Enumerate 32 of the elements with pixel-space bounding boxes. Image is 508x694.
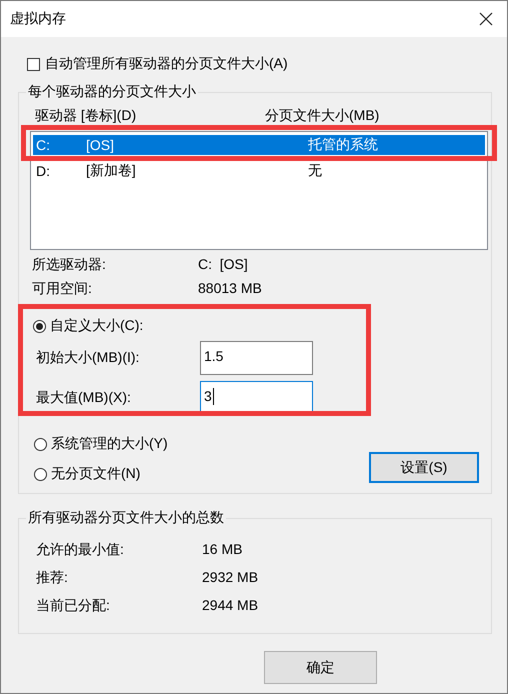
total-label: 允许的最小值:	[36, 541, 125, 559]
close-icon[interactable]	[479, 12, 493, 26]
radio-button[interactable]	[33, 320, 46, 332]
group-title: 所有驱动器分页文件大小的总数	[26, 509, 226, 527]
drive-list[interactable]: C: [OS] 托管的系统 D: [新加卷] 无	[30, 131, 488, 250]
field-label: 初始大小(MB)(I):	[35, 349, 140, 367]
info-value: C: [OS]	[198, 256, 248, 274]
drive-row[interactable]: D: [新加卷] 无	[33, 161, 485, 181]
radio-button[interactable]	[34, 438, 47, 450]
info-label: 所选驱动器:	[32, 256, 107, 274]
total-label: 推荐:	[36, 569, 69, 587]
total-value: 16 MB	[202, 541, 242, 559]
field-label: 最大值(MB)(X):	[35, 389, 132, 407]
ok-button[interactable]: 确定	[264, 651, 377, 684]
info-value: 88013 MB	[198, 280, 262, 298]
group-title: 每个驱动器的分页文件大小	[26, 83, 198, 101]
total-value: 2944 MB	[202, 597, 258, 615]
checkbox[interactable]	[27, 58, 40, 70]
radio-button[interactable]	[34, 468, 47, 480]
column-header: 驱动器 [卷标](D)	[35, 107, 138, 123]
total-value: 2932 MB	[202, 569, 258, 587]
info-label: 可用空间:	[32, 280, 93, 298]
column-header: 分页文件大小(MB)	[265, 107, 380, 123]
radio-label[interactable]: 系统管理的大小(Y)	[51, 435, 168, 453]
window-title: 虚拟内存	[10, 10, 66, 28]
radio-label[interactable]: 自定义大小(C):	[50, 317, 144, 335]
checkbox-label[interactable]: 自动管理所有驱动器的分页文件大小(A)	[45, 55, 288, 73]
drive-row[interactable]: C: [OS] 托管的系统	[33, 135, 485, 155]
radio-label[interactable]: 无分页文件(N)	[51, 465, 140, 483]
set-button[interactable]: 设置(S)	[369, 452, 479, 483]
total-label: 当前已分配:	[36, 597, 111, 615]
input-field[interactable]: 1.5	[200, 341, 313, 375]
